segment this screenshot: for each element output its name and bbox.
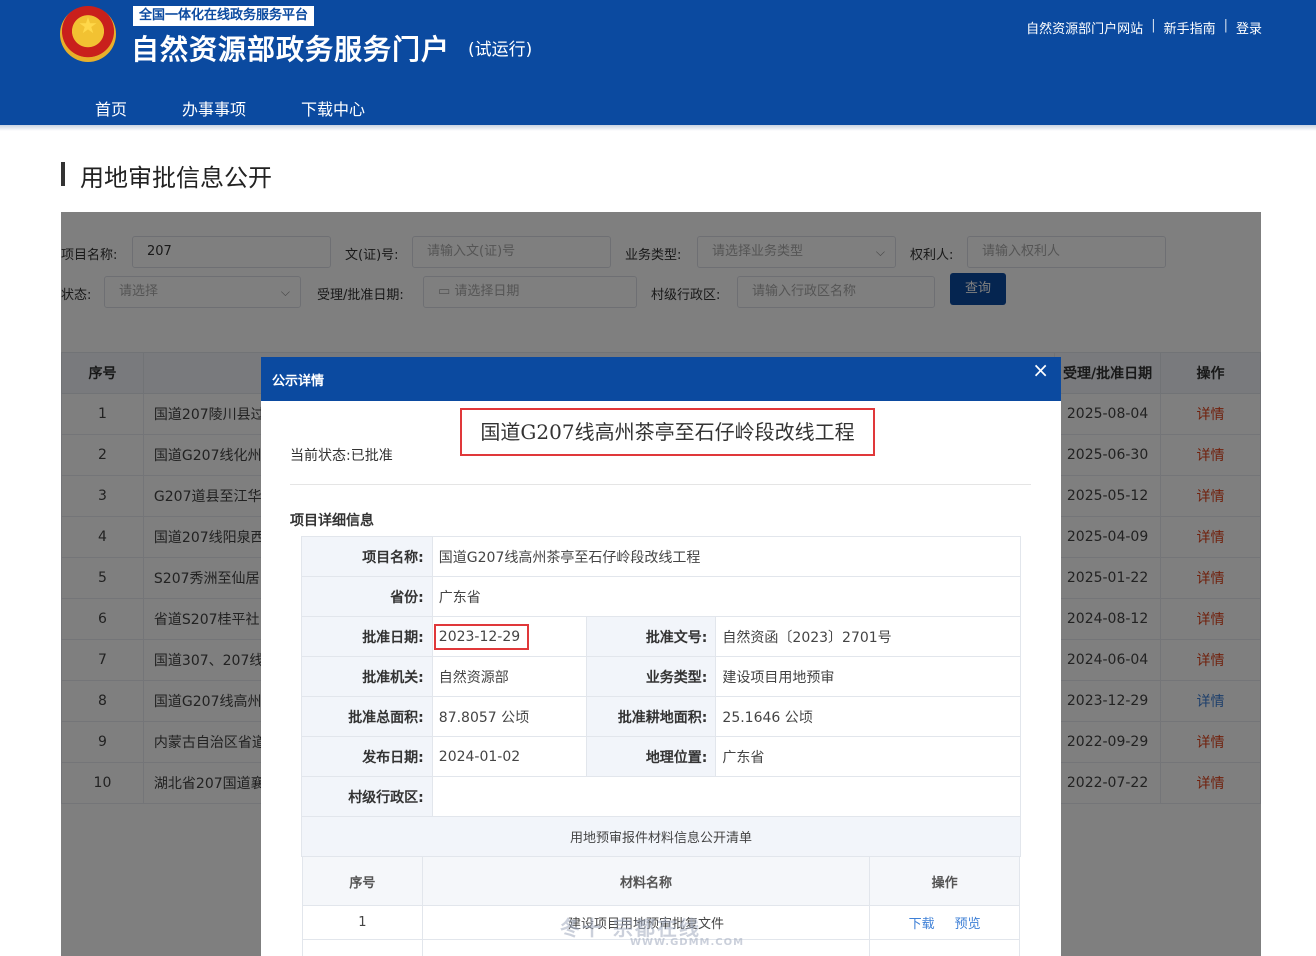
field-label: 地理位置:	[585, 736, 717, 777]
row-no: 1	[302, 905, 423, 940]
preview-link[interactable]: 预览	[955, 917, 981, 932]
field-label: 批准机关:	[301, 656, 433, 697]
watermark: 冬十 宗都在线 WWW.GDMM.COM	[560, 912, 744, 948]
top-links: 自然资源部门户网站 | 新手指南 | 登录	[1026, 18, 1262, 37]
page-title: 用地审批信息公开	[80, 164, 272, 192]
download-link[interactable]: 下载	[909, 917, 935, 932]
status-text: 当前状态:已批准	[290, 448, 393, 464]
field-label: 批准日期:	[301, 616, 433, 657]
main-nav: 首页 办事事项 下载中心	[95, 96, 420, 120]
site-subtitle: (试运行)	[468, 40, 533, 60]
watermark-line2: WWW.GDMM.COM	[630, 937, 745, 948]
col-op: 操作	[869, 856, 1020, 906]
field-value: 2024-01-02	[431, 736, 587, 777]
field-value: 国道G207线高州茶亭至石仔岭段改线工程	[431, 536, 1022, 577]
field-label: 批准耕地面积:	[585, 696, 717, 737]
field-value: 广东省	[715, 736, 1021, 777]
site-header: ★ 全国一体化在线政务服务平台 自然资源部政务服务门户 (试运行) 自然资源部门…	[0, 0, 1316, 125]
nav-downloads[interactable]: 下载中心	[301, 96, 365, 120]
close-icon[interactable]: ×	[1032, 358, 1049, 382]
materials-header: 序号 材料名称 操作	[302, 856, 1020, 906]
list-caption: 用地预审报件材料信息公开清单	[301, 816, 1021, 857]
detail-row: 省份: 广东省	[301, 576, 1022, 617]
list-caption-row: 用地预审报件材料信息公开清单	[301, 816, 1021, 857]
separator: |	[1151, 18, 1156, 33]
field-label: 村级行政区:	[301, 776, 433, 817]
field-value: 自然资源部	[431, 656, 587, 697]
nav-services[interactable]: 办事事项	[182, 96, 246, 120]
portal-link[interactable]: 自然资源部门户网站	[1026, 18, 1143, 37]
highlighted-date: 2023-12-29	[433, 623, 530, 650]
guide-link[interactable]: 新手指南	[1164, 18, 1216, 37]
separator: |	[1223, 18, 1228, 33]
material-ops: 下载 预览	[869, 905, 1020, 940]
login-link[interactable]: 登录	[1236, 18, 1262, 37]
header-shadow	[0, 125, 1316, 131]
field-value: 87.8057 公顷	[431, 696, 587, 737]
field-value: 自然资函〔2023〕2701号	[715, 616, 1021, 657]
field-label: 批准总面积:	[301, 696, 433, 737]
field-value: 建设项目用地预审	[715, 656, 1021, 697]
platform-badge: 全国一体化在线政务服务平台	[133, 6, 315, 26]
col-material-name: 材料名称	[421, 856, 871, 906]
col-no: 序号	[302, 856, 423, 906]
field-label: 业务类型:	[585, 656, 717, 697]
project-title: 国道G207线高州茶亭至石仔岭段改线工程	[460, 408, 875, 456]
detail-table: 项目名称: 国道G207线高州茶亭至石仔岭段改线工程 省份: 广东省 批准日期:…	[301, 536, 1022, 857]
detail-modal: 公示详情 × 国道G207线高州茶亭至石仔岭段改线工程 当前状态:已批准 项目详…	[261, 357, 1061, 956]
field-label: 批准文号:	[585, 616, 717, 657]
modal-title: 公示详情	[272, 374, 325, 389]
detail-row: 批准日期: 2023-12-29 批准文号: 自然资函〔2023〕2701号	[301, 616, 1021, 657]
field-value: 2023-12-29	[431, 616, 587, 657]
modal-header: 公示详情 ×	[261, 357, 1061, 401]
field-label: 项目名称:	[301, 536, 433, 577]
detail-row: 批准机关: 自然资源部 业务类型: 建设项目用地预审	[301, 656, 1021, 697]
nav-home[interactable]: 首页	[95, 96, 127, 120]
detail-row: 村级行政区:	[301, 776, 1022, 817]
detail-row: 发布日期: 2024-01-02 地理位置: 广东省	[301, 736, 1021, 777]
field-value: 25.1646 公顷	[715, 696, 1021, 737]
field-value	[431, 776, 1022, 817]
field-value: 广东省	[431, 576, 1022, 617]
section-label: 项目详细信息	[290, 513, 374, 529]
national-emblem-icon: ★	[60, 6, 116, 62]
field-label: 发布日期:	[301, 736, 433, 777]
detail-row: 项目名称: 国道G207线高州茶亭至石仔岭段改线工程	[301, 536, 1022, 577]
detail-row: 批准总面积: 87.8057 公顷 批准耕地面积: 25.1646 公顷	[301, 696, 1021, 737]
title-marker	[61, 162, 65, 186]
row-cell	[869, 939, 1020, 956]
field-label: 省份:	[301, 576, 433, 617]
row-cell	[302, 939, 423, 956]
divider	[290, 484, 1031, 485]
site-title[interactable]: 自然资源部政务服务门户	[131, 28, 450, 68]
